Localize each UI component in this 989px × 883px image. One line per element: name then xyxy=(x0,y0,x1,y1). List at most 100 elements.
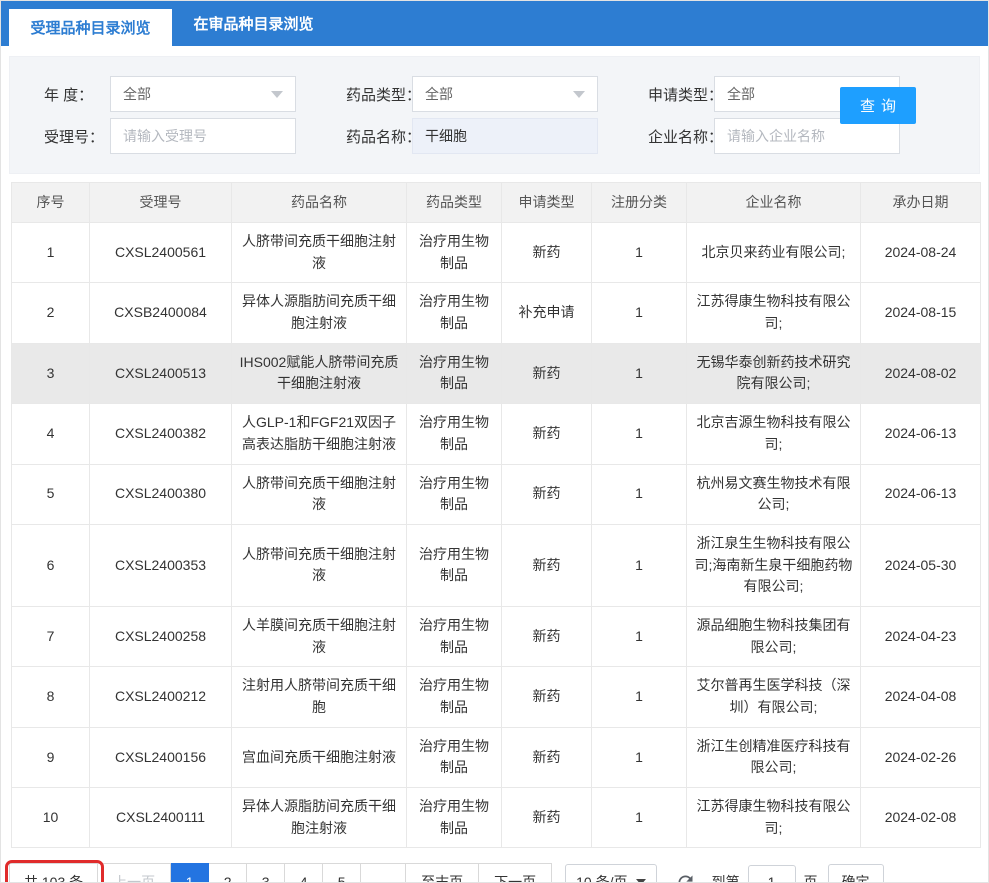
cell-drug-type: 治疗用生物制品 xyxy=(407,223,502,283)
table-header-row: 序号 受理号 药品名称 药品类型 申请类型 注册分类 企业名称 承办日期 xyxy=(12,183,981,223)
cell-acceptance-no: CXSL2400258 xyxy=(90,606,232,666)
field-drug-name: 药品名称： xyxy=(328,118,598,154)
drug-name-input[interactable] xyxy=(412,118,598,154)
page-button-4[interactable]: 4 xyxy=(285,863,323,883)
total-count-label: 共 103 条 xyxy=(24,872,83,883)
next-page-button[interactable]: 下一页 xyxy=(479,863,552,883)
table-row: 10 CXSL2400111 异体人源脂肪间充质干细胞注射液 治疗用生物制品 新… xyxy=(12,788,981,848)
page-button-3[interactable]: 3 xyxy=(247,863,285,883)
cell-acceptance-no: CXSL2400156 xyxy=(90,727,232,787)
cell-acceptance-no: CXSL2400513 xyxy=(90,343,232,403)
cell-index: 1 xyxy=(12,223,90,283)
cell-app-type: 新药 xyxy=(502,343,592,403)
field-acceptance-no: 受理号： xyxy=(26,118,296,154)
cell-company: 浙江生创精准医疗科技有限公司; xyxy=(687,727,861,787)
cell-company: 江苏得康生物科技有限公司; xyxy=(687,283,861,343)
refresh-button[interactable] xyxy=(675,872,696,883)
last-page-button[interactable]: 至末页 xyxy=(406,863,479,883)
cell-app-type: 新药 xyxy=(502,788,592,848)
col-header-acceptance-no: 受理号 xyxy=(90,183,232,223)
field-year: 年 度： 全部 xyxy=(26,76,296,112)
table-row: 4 CXSL2400382 人GLP-1和FGF21双因子高表达脂肪干细胞注射液… xyxy=(12,404,981,464)
table-row: 1 CXSL2400561 人脐带间充质干细胞注射液 治疗用生物制品 新药 1 … xyxy=(12,223,981,283)
search-row-2: 受理号： 药品名称： 企业名称： xyxy=(26,118,963,154)
drug-type-select[interactable]: 全部 xyxy=(412,76,598,112)
drug-type-label: 药品类型： xyxy=(328,84,412,105)
app-type-label: 申请类型： xyxy=(630,84,714,105)
cell-reg-class: 1 xyxy=(592,283,687,343)
cell-index: 5 xyxy=(12,464,90,524)
acceptance-no-input[interactable] xyxy=(110,118,296,154)
tab-under-review-catalog[interactable]: 在审品种目录浏览 xyxy=(172,1,335,46)
cell-reg-class: 1 xyxy=(592,223,687,283)
cell-index: 2 xyxy=(12,283,90,343)
cell-company: 源品细胞生物科技集团有限公司; xyxy=(687,606,861,666)
cell-date: 2024-08-15 xyxy=(861,283,981,343)
prev-page-button[interactable]: 上一页 xyxy=(98,863,171,883)
drug-type-select-value: 全部 xyxy=(425,84,453,104)
cell-drug-type: 治疗用生物制品 xyxy=(407,667,502,727)
page-button-2[interactable]: 2 xyxy=(209,863,247,883)
cell-date: 2024-06-13 xyxy=(861,464,981,524)
cell-company: 艾尔普再生医学科技（深圳）有限公司; xyxy=(687,667,861,727)
app-type-select-value: 全部 xyxy=(727,84,755,104)
tab-accepted-catalog[interactable]: 受理品种目录浏览 xyxy=(9,9,172,46)
year-select[interactable]: 全部 xyxy=(110,76,296,112)
query-button-wrap: 查询 xyxy=(840,87,916,124)
acceptance-no-label: 受理号： xyxy=(26,126,110,147)
cell-reg-class: 1 xyxy=(592,404,687,464)
cell-index: 3 xyxy=(12,343,90,403)
cell-company: 浙江泉生生物科技有限公司;海南新生泉干细胞药物有限公司; xyxy=(687,524,861,606)
pagination-bar: 共 103 条 上一页 1 2 3 4 5 ... 至末页 下一页 10 条/页… xyxy=(9,863,988,883)
app-window: 受理品种目录浏览 在审品种目录浏览 年 度： 全部 药品类型： 全部 xyxy=(0,0,989,883)
cell-drug-name: 人GLP-1和FGF21双因子高表达脂肪干细胞注射液 xyxy=(232,404,407,464)
page-button-5[interactable]: 5 xyxy=(323,863,361,883)
cell-reg-class: 1 xyxy=(592,727,687,787)
cell-date: 2024-05-30 xyxy=(861,524,981,606)
table-row-highlighted: 3 CXSL2400513 IHS002赋能人脐带间充质干细胞注射液 治疗用生物… xyxy=(12,343,981,403)
cell-acceptance-no: CXSL2400353 xyxy=(90,524,232,606)
search-row-1: 年 度： 全部 药品类型： 全部 申请类型： 全部 xyxy=(26,76,963,112)
table-row: 2 CXSB2400084 异体人源脂肪间充质干细胞注射液 治疗用生物制品 补充… xyxy=(12,283,981,343)
cell-index: 8 xyxy=(12,667,90,727)
refresh-icon xyxy=(675,872,696,883)
cell-reg-class: 1 xyxy=(592,667,687,727)
table-row: 9 CXSL2400156 宫血间充质干细胞注射液 治疗用生物制品 新药 1 浙… xyxy=(12,727,981,787)
cell-acceptance-no: CXSL2400380 xyxy=(90,464,232,524)
query-button[interactable]: 查询 xyxy=(840,87,916,124)
cell-drug-name: IHS002赋能人脐带间充质干细胞注射液 xyxy=(232,343,407,403)
table-row: 5 CXSL2400380 人脐带间充质干细胞注射液 治疗用生物制品 新药 1 … xyxy=(12,464,981,524)
cell-reg-class: 1 xyxy=(592,464,687,524)
cell-company: 无锡华泰创新药技术研究院有限公司; xyxy=(687,343,861,403)
cell-drug-name: 人羊膜间充质干细胞注射液 xyxy=(232,606,407,666)
col-header-company: 企业名称 xyxy=(687,183,861,223)
cell-acceptance-no: CXSB2400084 xyxy=(90,283,232,343)
cell-app-type: 补充申请 xyxy=(502,283,592,343)
cell-app-type: 新药 xyxy=(502,464,592,524)
page-size-select[interactable]: 10 条/页 xyxy=(565,864,656,883)
cell-index: 9 xyxy=(12,727,90,787)
cell-app-type: 新药 xyxy=(502,667,592,727)
cell-drug-name: 人脐带间充质干细胞注射液 xyxy=(232,223,407,283)
page-ellipsis[interactable]: ... xyxy=(361,863,406,883)
year-label: 年 度： xyxy=(26,84,110,105)
cell-drug-name: 异体人源脂肪间充质干细胞注射液 xyxy=(232,283,407,343)
col-header-index: 序号 xyxy=(12,183,90,223)
goto-page-input[interactable] xyxy=(748,865,796,883)
chevron-down-icon xyxy=(573,91,585,98)
cell-drug-type: 治疗用生物制品 xyxy=(407,464,502,524)
page-button-1[interactable]: 1 xyxy=(171,863,209,883)
cell-acceptance-no: CXSL2400561 xyxy=(90,223,232,283)
tab-bar: 受理品种目录浏览 在审品种目录浏览 xyxy=(1,1,988,46)
col-header-date: 承办日期 xyxy=(861,183,981,223)
cell-acceptance-no: CXSL2400111 xyxy=(90,788,232,848)
cell-drug-name: 注射用人脐带间充质干细胞 xyxy=(232,667,407,727)
table-row: 8 CXSL2400212 注射用人脐带间充质干细胞 治疗用生物制品 新药 1 … xyxy=(12,667,981,727)
table-row: 6 CXSL2400353 人脐带间充质干细胞注射液 治疗用生物制品 新药 1 … xyxy=(12,524,981,606)
cell-date: 2024-06-13 xyxy=(861,404,981,464)
cell-app-type: 新药 xyxy=(502,223,592,283)
confirm-button[interactable]: 确定 xyxy=(828,864,884,883)
cell-drug-name: 宫血间充质干细胞注射液 xyxy=(232,727,407,787)
page-unit-label: 页 xyxy=(804,872,818,883)
cell-date: 2024-02-08 xyxy=(861,788,981,848)
